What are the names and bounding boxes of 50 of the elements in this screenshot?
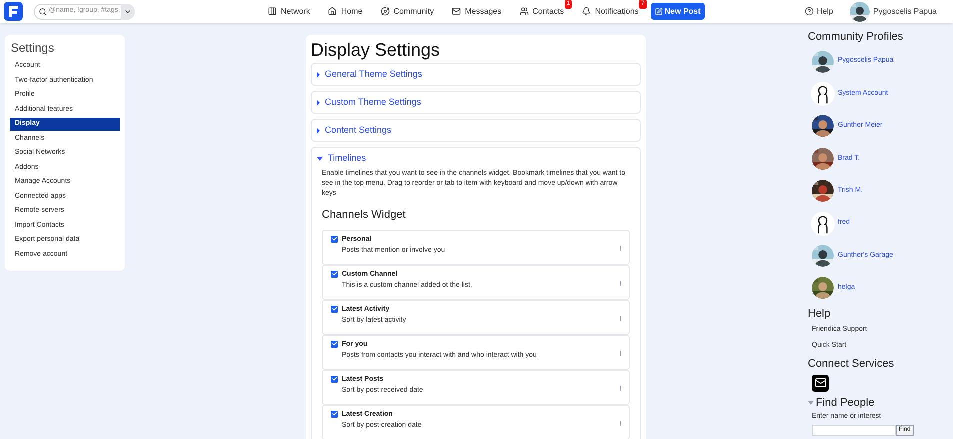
search-field[interactable] <box>812 424 896 436</box>
accordion-header[interactable]: General Theme Settings <box>312 64 640 85</box>
nav-link[interactable]: Community <box>380 6 434 18</box>
page-title: Display Settings <box>311 39 442 61</box>
accordion-header[interactable]: Content Settings <box>312 120 640 141</box>
caret-right-icon <box>317 72 320 78</box>
checkbox[interactable] <box>331 270 338 278</box>
checkbox[interactable] <box>331 306 338 312</box>
section-title: Connect Services <box>808 357 896 372</box>
drag-handle-icon[interactable] <box>620 386 621 390</box>
checkbox[interactable] <box>331 376 338 382</box>
drag-handle-icon[interactable] <box>620 350 621 356</box>
avatar-silhouette-icon <box>811 212 835 236</box>
section-title: Community Profiles <box>808 30 904 45</box>
caret-right-icon <box>317 100 320 106</box>
user-name[interactable]: Pygoscelis Papua <box>873 6 937 18</box>
mail-icon[interactable] <box>812 374 829 392</box>
columns-icon <box>268 7 277 16</box>
section-title: Help <box>808 306 832 322</box>
drag-handle-icon[interactable] <box>620 420 621 426</box>
edit-icon <box>654 8 663 16</box>
accordion-header[interactable]: Custom Theme Settings <box>312 92 640 113</box>
caret-down-icon <box>317 156 323 160</box>
new-post-button[interactable]: New Post <box>650 3 705 20</box>
help-link[interactable]: Help <box>804 6 834 18</box>
nav-link[interactable]: Home <box>328 6 363 18</box>
home-icon <box>328 7 338 16</box>
bell-icon <box>582 7 592 16</box>
people-icon <box>520 7 529 16</box>
drag-handle-icon[interactable] <box>620 246 621 250</box>
sidebar-title: Settings <box>10 40 56 57</box>
accordion-header[interactable]: Timelines <box>312 148 640 169</box>
drag-handle-icon[interactable] <box>620 316 621 320</box>
search-icon <box>39 8 47 16</box>
caret-right-icon <box>317 128 320 134</box>
search-dropdown-button[interactable] <box>121 4 135 20</box>
checkbox[interactable] <box>331 410 338 418</box>
help-icon <box>804 7 814 16</box>
avatar-silhouette-icon <box>811 82 835 106</box>
checkbox[interactable] <box>331 236 338 242</box>
nav-link[interactable]: Messages <box>452 6 502 18</box>
widget-title: Channels Widget <box>322 208 407 223</box>
checkbox[interactable] <box>331 340 338 348</box>
logo-icon[interactable] <box>4 2 23 21</box>
envelope-icon <box>452 7 462 16</box>
section-title: Find People <box>816 396 875 411</box>
caret-down-icon[interactable] <box>808 400 814 405</box>
orbit-icon <box>380 7 390 16</box>
drag-handle-icon[interactable] <box>620 280 621 286</box>
nav-link[interactable]: Network <box>268 6 310 18</box>
